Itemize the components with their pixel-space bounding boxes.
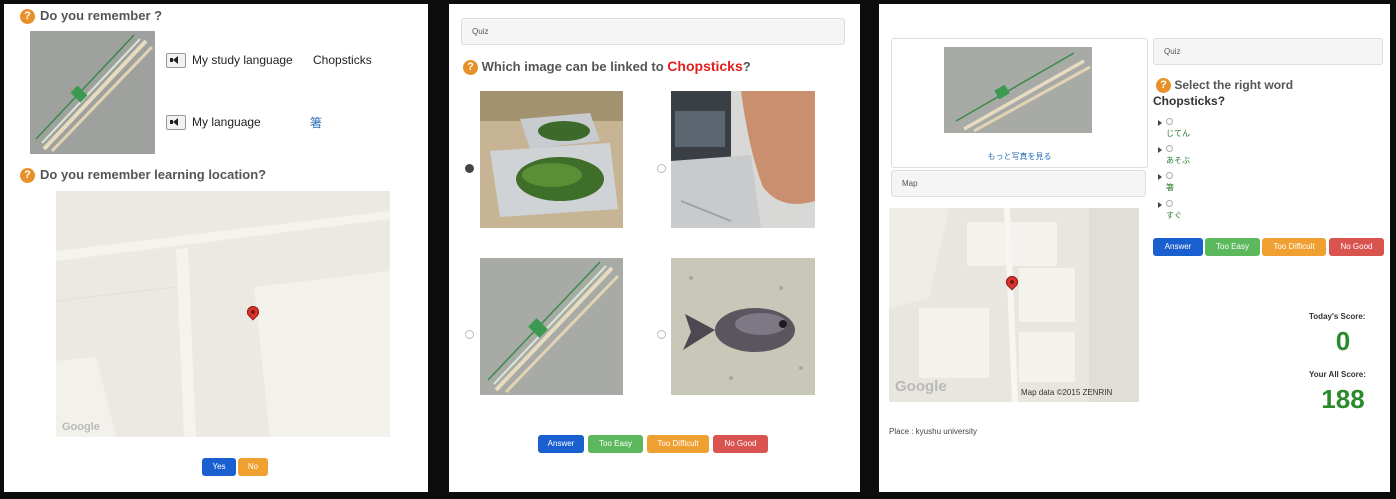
all-score-value: 188 xyxy=(1321,384,1365,414)
my-language-row: My language xyxy=(166,115,261,131)
word-quiz-panel: もっと写真を見る Map Google Map data ©2015 ZENRI… xyxy=(879,4,1390,492)
location-map[interactable]: Google Map data ©2015 ZENRIN xyxy=(889,208,1139,402)
remember-panel: ? Do you remember ? My study language Cho… xyxy=(4,4,428,492)
location-heading: ? Do you remember learning location? xyxy=(20,167,266,184)
quiz-bar: Quiz xyxy=(461,18,845,45)
caret-icon xyxy=(1158,120,1162,126)
today-score-label: Today's Score: xyxy=(1309,312,1366,321)
question-icon: ? xyxy=(1156,78,1171,94)
option-2-radio[interactable] xyxy=(657,164,666,173)
yes-button[interactable]: Yes xyxy=(202,458,236,476)
choice-radio[interactable] xyxy=(1166,118,1173,125)
photo-card: もっと写真を見る xyxy=(891,38,1148,168)
option-3-radio[interactable] xyxy=(465,330,474,339)
google-logo: Google xyxy=(62,421,100,433)
question-word-line: Chopsticks? xyxy=(1153,94,1226,108)
map-bar: Map xyxy=(891,170,1146,197)
no-button[interactable]: No xyxy=(238,458,268,476)
answer-button[interactable]: Answer xyxy=(1153,238,1203,256)
question-icon: ? xyxy=(463,60,478,76)
too-easy-button[interactable]: Too Easy xyxy=(1205,238,1260,256)
option-4-image[interactable] xyxy=(671,258,815,395)
quiz-question: ? Which image can be linked to Chopstick… xyxy=(463,58,751,76)
option-3-image[interactable] xyxy=(480,258,623,395)
chopsticks-photo[interactable] xyxy=(944,47,1092,133)
study-language-row: My study language xyxy=(166,53,293,69)
option-1-radio[interactable] xyxy=(465,164,474,173)
no-good-button[interactable]: No Good xyxy=(713,435,768,453)
choice-4[interactable]: すぐ xyxy=(1158,200,1182,221)
question-word: Chopsticks xyxy=(1153,94,1218,108)
option-2-image[interactable] xyxy=(671,91,815,228)
caret-icon xyxy=(1158,147,1162,153)
too-difficult-button[interactable]: Too Difficult xyxy=(647,435,709,453)
image-quiz-panel: Quiz ? Which image can be linked to Chop… xyxy=(449,4,860,492)
google-logo: Google xyxy=(895,378,947,395)
choice-radio[interactable] xyxy=(1166,200,1173,207)
remember-heading: ? Do you remember ? xyxy=(20,8,162,25)
option-4-radio[interactable] xyxy=(657,330,666,339)
study-language-value: Chopsticks xyxy=(313,53,372,67)
choice-1[interactable]: じてん xyxy=(1158,118,1190,139)
today-score-value: 0 xyxy=(1335,326,1351,356)
caret-icon xyxy=(1158,202,1162,208)
my-language-value: 箸 xyxy=(310,116,323,130)
map-attribution: Map data ©2015 ZENRIN xyxy=(1021,388,1113,397)
question-icon: ? xyxy=(20,9,35,25)
choice-radio[interactable] xyxy=(1166,145,1173,152)
quiz-question: ? Select the right word xyxy=(1156,78,1293,94)
choice-3[interactable]: 箸 xyxy=(1158,172,1174,193)
speaker-icon[interactable] xyxy=(166,53,186,69)
option-1-image[interactable] xyxy=(480,91,623,228)
question-icon: ? xyxy=(20,168,35,184)
more-photos-link[interactable]: もっと写真を見る xyxy=(892,151,1147,162)
caret-icon xyxy=(1158,174,1162,180)
answer-button[interactable]: Answer xyxy=(538,435,584,453)
speaker-icon[interactable] xyxy=(166,115,186,131)
location-map[interactable]: Google xyxy=(56,191,390,437)
question-word: Chopsticks xyxy=(667,58,743,74)
too-easy-button[interactable]: Too Easy xyxy=(588,435,643,453)
quiz-bar: Quiz xyxy=(1153,38,1383,65)
choice-2[interactable]: あそぶ xyxy=(1158,145,1190,166)
place-text: Place : kyushu university xyxy=(889,427,978,436)
chopsticks-photo xyxy=(30,31,155,154)
all-score-label: Your All Score: xyxy=(1309,370,1366,379)
too-difficult-button[interactable]: Too Difficult xyxy=(1262,238,1326,256)
choice-radio[interactable] xyxy=(1166,172,1173,179)
no-good-button[interactable]: No Good xyxy=(1329,238,1384,256)
